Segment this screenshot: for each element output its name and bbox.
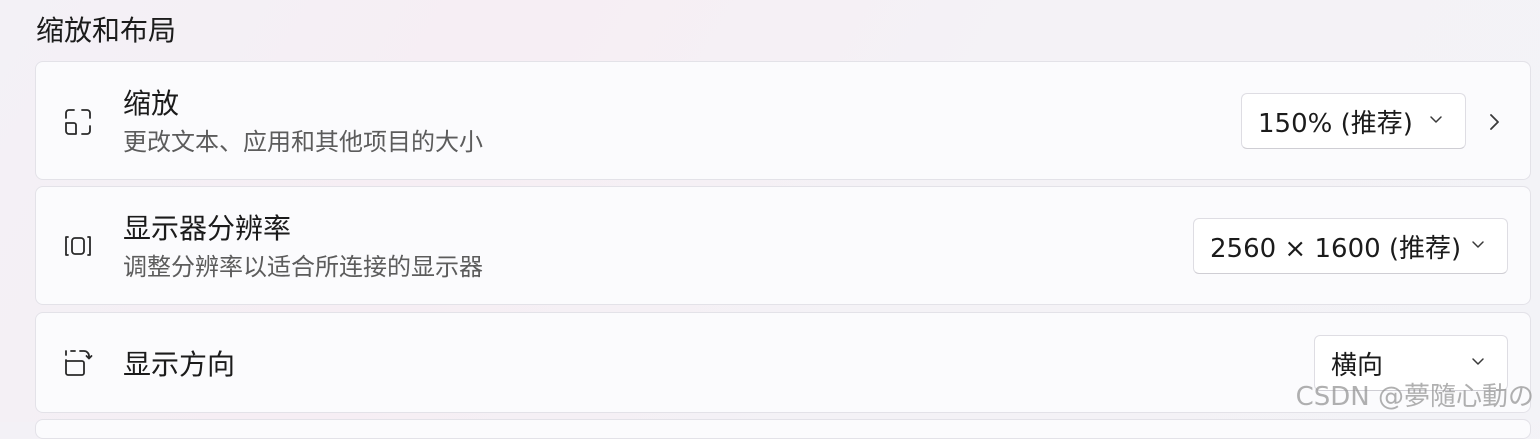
scale-title: 缩放 — [123, 87, 180, 120]
resolution-description: 调整分辨率以适合所连接的显示器 — [123, 253, 483, 281]
orientation-title: 显示方向 — [123, 348, 236, 381]
resolution-setting-card[interactable]: 显示器分辨率 调整分辨率以适合所连接的显示器 2560 × 1600 (推荐) — [35, 186, 1531, 305]
chevron-down-icon — [1471, 354, 1485, 368]
scale-icon — [62, 106, 94, 138]
chevron-down-icon — [1471, 237, 1485, 251]
scale-dropdown-value: 150% (推荐) — [1258, 108, 1413, 139]
orientation-icon — [62, 347, 94, 379]
chevron-down-icon — [1429, 112, 1443, 126]
resolution-icon — [62, 230, 94, 262]
orientation-dropdown-value: 横向 — [1331, 350, 1384, 381]
scale-description: 更改文本、应用和其他项目的大小 — [123, 128, 483, 156]
scale-setting-card[interactable]: 缩放 更改文本、应用和其他项目的大小 150% (推荐) — [35, 61, 1531, 180]
watermark: CSDN @夢隨心動の — [1295, 382, 1534, 412]
resolution-dropdown-value: 2560 × 1600 (推荐) — [1210, 233, 1462, 264]
next-setting-card[interactable] — [35, 419, 1531, 439]
resolution-title: 显示器分辨率 — [123, 212, 292, 245]
resolution-dropdown[interactable]: 2560 × 1600 (推荐) — [1193, 218, 1508, 274]
scale-dropdown[interactable]: 150% (推荐) — [1241, 93, 1466, 149]
section-title: 缩放和布局 — [36, 14, 177, 47]
chevron-right-icon[interactable] — [1484, 110, 1504, 134]
